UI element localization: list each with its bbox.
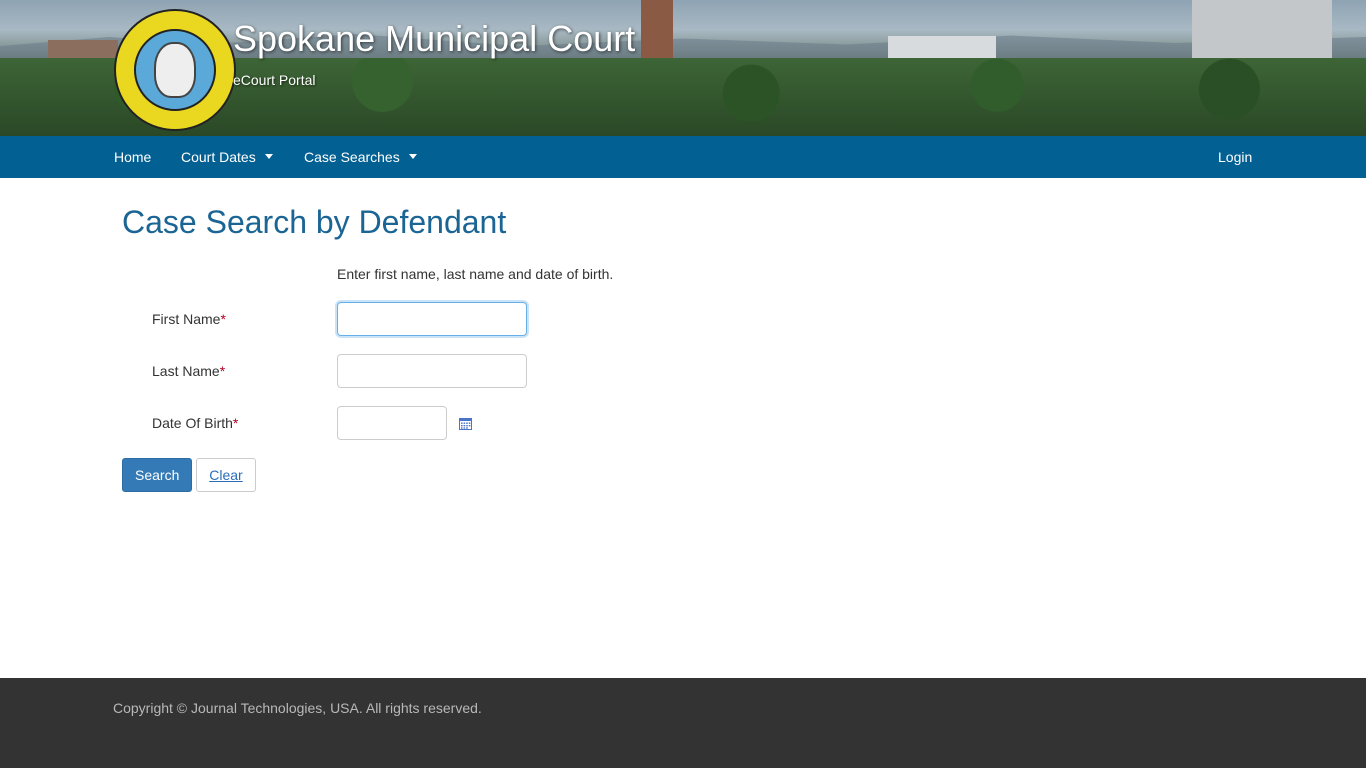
search-button[interactable]: Search (122, 458, 192, 492)
required-marker: * (220, 311, 226, 327)
caret-down-icon (264, 153, 273, 159)
last-name-label-text: Last Name (152, 363, 220, 379)
first-name-label: First Name* (152, 311, 226, 327)
header-banner: Spokane Municipal Court eCourt Portal (0, 0, 1366, 136)
nav-login-label: Login (1218, 149, 1253, 165)
nav-court-dates-label: Court Dates (181, 149, 256, 165)
nav-home-label: Home (114, 149, 152, 165)
dob-input[interactable] (337, 406, 447, 440)
first-name-label-text: First Name (152, 311, 221, 327)
nav-home[interactable]: Home (114, 136, 151, 178)
last-name-input[interactable] (337, 354, 527, 388)
court-seal-logo (114, 9, 236, 131)
seal-center (134, 29, 216, 111)
calendar-icon[interactable] (459, 417, 472, 430)
search-instructions: Enter first name, last name and date of … (337, 266, 614, 282)
site-subtitle: eCourt Portal (233, 72, 316, 88)
dob-label: Date Of Birth* (152, 415, 238, 431)
page-footer: Copyright © Journal Technologies, USA. A… (0, 678, 1366, 768)
required-marker: * (219, 363, 226, 379)
required-marker: * (232, 415, 239, 431)
seal-portrait (154, 42, 196, 98)
nav-case-searches-label: Case Searches (304, 149, 400, 165)
clear-button[interactable]: Clear (196, 458, 256, 492)
last-name-label: Last Name* (152, 363, 225, 379)
main-navbar: Home Court Dates Case Searches Login (0, 136, 1366, 178)
nav-case-searches-dropdown[interactable]: Case Searches (304, 136, 417, 178)
caret-down-icon (408, 153, 417, 159)
nav-court-dates-dropdown[interactable]: Court Dates (181, 136, 273, 178)
site-title: Spokane Municipal Court (233, 18, 636, 59)
page-title: Case Search by Defendant (122, 204, 507, 240)
dob-label-text: Date Of Birth (152, 415, 233, 431)
first-name-input[interactable] (337, 302, 527, 336)
footer-copyright: Copyright © Journal Technologies, USA. A… (113, 700, 482, 716)
nav-login[interactable]: Login (1218, 136, 1252, 178)
